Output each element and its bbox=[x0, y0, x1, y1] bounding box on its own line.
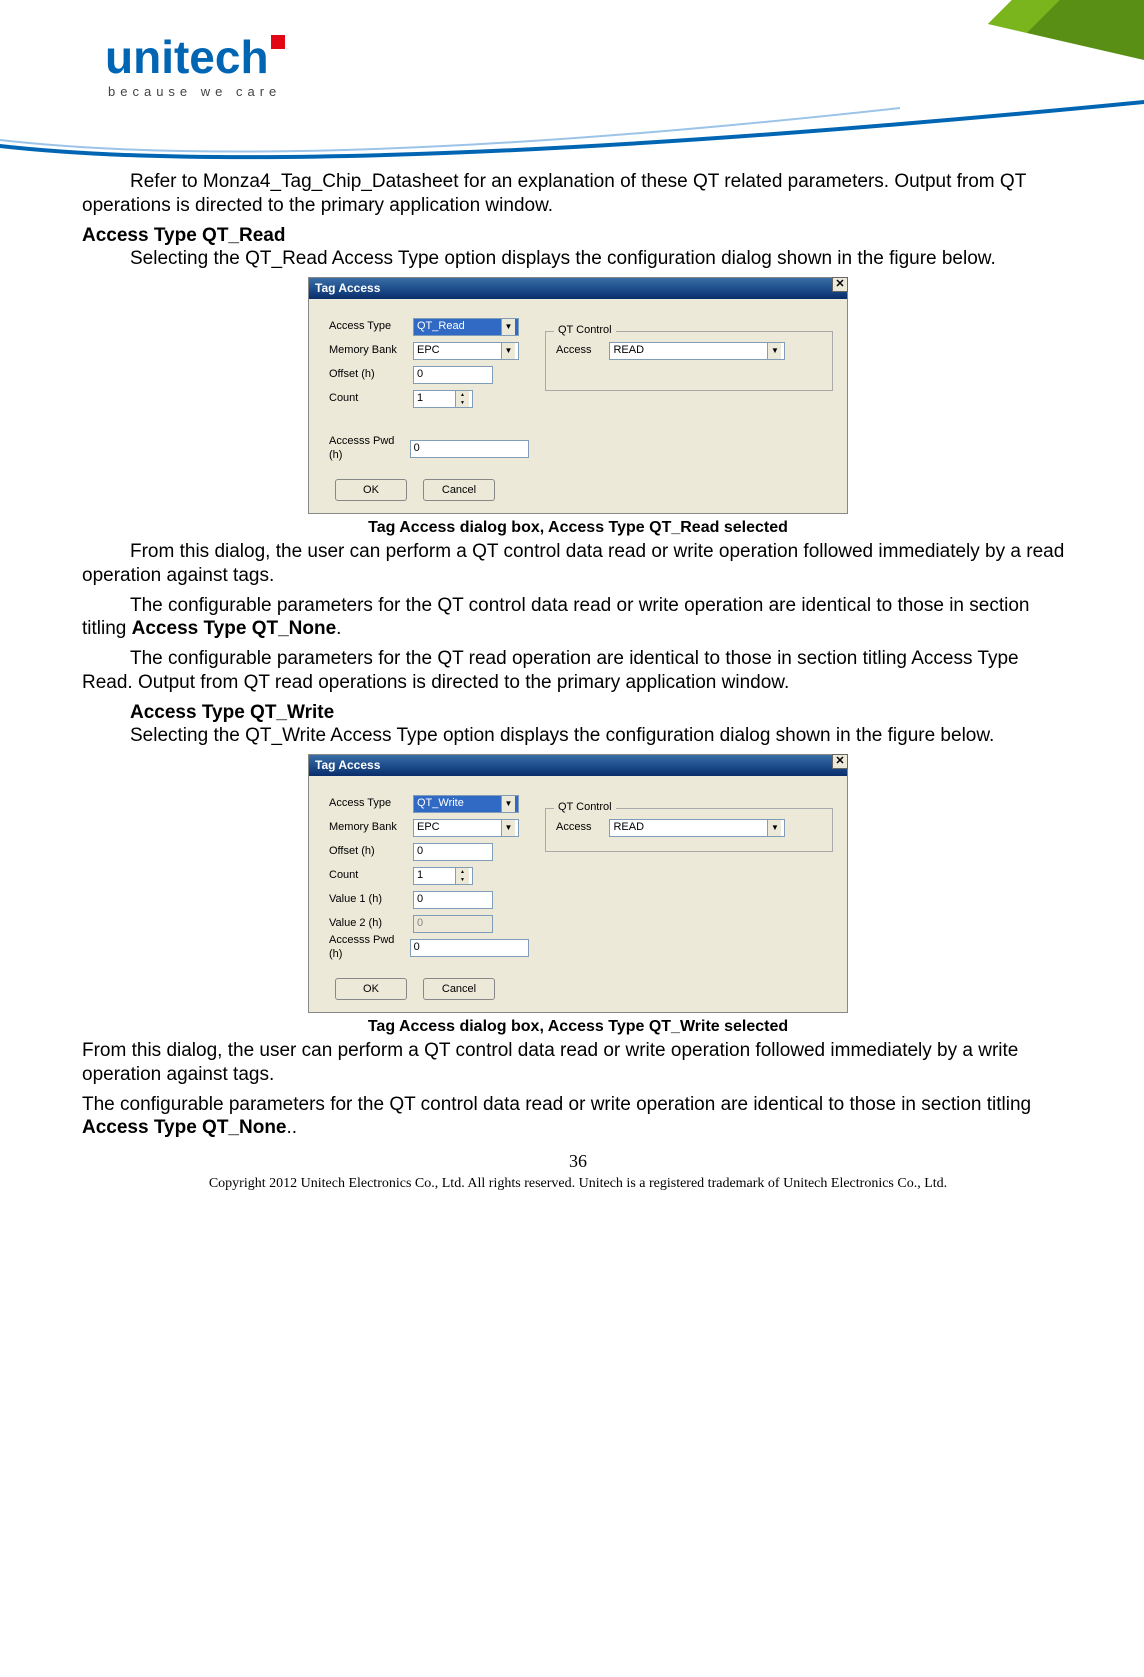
spin-up-icon[interactable]: ▲ bbox=[456, 868, 469, 876]
paragraph: The configurable parameters for the QT r… bbox=[82, 647, 1074, 695]
tag-access-dialog-read: Tag Access ✕ Access Type QT_Read ▼ Memor… bbox=[308, 277, 848, 514]
memory-bank-label: Memory Bank bbox=[329, 821, 413, 835]
paragraph: From this dialog, the user can perform a… bbox=[82, 1039, 1074, 1087]
qt-control-legend: QT Control bbox=[554, 324, 616, 338]
access-type-combo[interactable]: QT_Read ▼ bbox=[413, 318, 519, 336]
qt-access-label: Access bbox=[556, 344, 591, 358]
access-pwd-input[interactable]: 0 bbox=[410, 939, 529, 957]
qt-access-combo[interactable]: READ ▼ bbox=[609, 819, 785, 837]
chevron-down-icon[interactable]: ▼ bbox=[501, 343, 515, 359]
qt-control-fieldset: QT Control Access READ ▼ bbox=[545, 331, 833, 391]
chevron-down-icon[interactable]: ▼ bbox=[767, 820, 781, 836]
tag-access-dialog-write: Tag Access ✕ Access Type QT_Write ▼ Memo… bbox=[308, 754, 848, 1013]
value1-label: Value 1 (h) bbox=[329, 893, 413, 907]
offset-input[interactable]: 0 bbox=[413, 843, 493, 861]
corner-decoration bbox=[884, 0, 1144, 60]
memory-bank-label: Memory Bank bbox=[329, 344, 413, 358]
figure-caption: Tag Access dialog box, Access Type QT_Re… bbox=[82, 518, 1074, 538]
chevron-down-icon[interactable]: ▼ bbox=[501, 319, 515, 335]
dialog-titlebar: Tag Access ✕ bbox=[309, 278, 847, 299]
brand-tagline: because we care bbox=[108, 84, 281, 99]
figure-caption: Tag Access dialog box, Access Type QT_Wr… bbox=[82, 1017, 1074, 1037]
spin-down-icon[interactable]: ▼ bbox=[456, 399, 469, 407]
spin-up-icon[interactable]: ▲ bbox=[456, 391, 469, 399]
chevron-down-icon[interactable]: ▼ bbox=[501, 796, 515, 812]
spin-down-icon[interactable]: ▼ bbox=[456, 876, 469, 884]
page-header: unitech because we care bbox=[0, 0, 1144, 170]
count-label: Count bbox=[329, 869, 413, 883]
access-pwd-label: Accesss Pwd (h) bbox=[329, 934, 410, 962]
dialog-titlebar: Tag Access ✕ bbox=[309, 755, 847, 776]
qt-access-label: Access bbox=[556, 821, 591, 835]
qt-control-legend: QT Control bbox=[554, 801, 616, 815]
value2-label: Value 2 (h) bbox=[329, 917, 413, 931]
cancel-button[interactable]: Cancel bbox=[423, 479, 495, 501]
memory-bank-combo[interactable]: EPC ▼ bbox=[413, 819, 519, 837]
count-spinner[interactable]: 1 ▲▼ bbox=[413, 390, 473, 408]
paragraph: Selecting the QT_Write Access Type optio… bbox=[82, 724, 1074, 748]
value2-input: 0 bbox=[413, 915, 493, 933]
ok-button[interactable]: OK bbox=[335, 479, 407, 501]
chevron-down-icon[interactable]: ▼ bbox=[501, 820, 515, 836]
access-type-label: Access Type bbox=[329, 797, 413, 811]
swoosh-decoration bbox=[0, 100, 1144, 170]
copyright-text: Copyright 2012 Unitech Electronics Co., … bbox=[82, 1175, 1074, 1193]
qt-control-fieldset: QT Control Access READ ▼ bbox=[545, 808, 833, 852]
paragraph: The configurable parameters for the QT c… bbox=[82, 1093, 1074, 1141]
dialog-title: Tag Access bbox=[315, 281, 380, 296]
count-spinner[interactable]: 1 ▲▼ bbox=[413, 867, 473, 885]
close-icon[interactable]: ✕ bbox=[832, 277, 848, 292]
offset-input[interactable]: 0 bbox=[413, 366, 493, 384]
paragraph: The configurable parameters for the QT c… bbox=[82, 594, 1074, 642]
brand-logo: unitech bbox=[105, 30, 285, 84]
access-type-label: Access Type bbox=[329, 320, 413, 334]
offset-label: Offset (h) bbox=[329, 845, 413, 859]
dialog-title: Tag Access bbox=[315, 758, 380, 773]
qt-access-combo[interactable]: READ ▼ bbox=[609, 342, 785, 360]
memory-bank-combo[interactable]: EPC ▼ bbox=[413, 342, 519, 360]
close-icon[interactable]: ✕ bbox=[832, 754, 848, 769]
paragraph: Selecting the QT_Read Access Type option… bbox=[82, 247, 1074, 271]
section-heading: Access Type QT_Read bbox=[82, 224, 1074, 248]
chevron-down-icon[interactable]: ▼ bbox=[767, 343, 781, 359]
value1-input[interactable]: 0 bbox=[413, 891, 493, 909]
ok-button[interactable]: OK bbox=[335, 978, 407, 1000]
paragraph: Refer to Monza4_Tag_Chip_Datasheet for a… bbox=[82, 170, 1074, 218]
section-heading: Access Type QT_Write bbox=[82, 701, 1074, 725]
access-type-combo[interactable]: QT_Write ▼ bbox=[413, 795, 519, 813]
main-content: Refer to Monza4_Tag_Chip_Datasheet for a… bbox=[0, 170, 1144, 1192]
access-pwd-label: Accesss Pwd (h) bbox=[329, 435, 410, 463]
count-label: Count bbox=[329, 392, 413, 406]
paragraph: From this dialog, the user can perform a… bbox=[82, 540, 1074, 588]
access-pwd-input[interactable]: 0 bbox=[410, 440, 529, 458]
offset-label: Offset (h) bbox=[329, 368, 413, 382]
page-number: 36 bbox=[82, 1150, 1074, 1173]
cancel-button[interactable]: Cancel bbox=[423, 978, 495, 1000]
